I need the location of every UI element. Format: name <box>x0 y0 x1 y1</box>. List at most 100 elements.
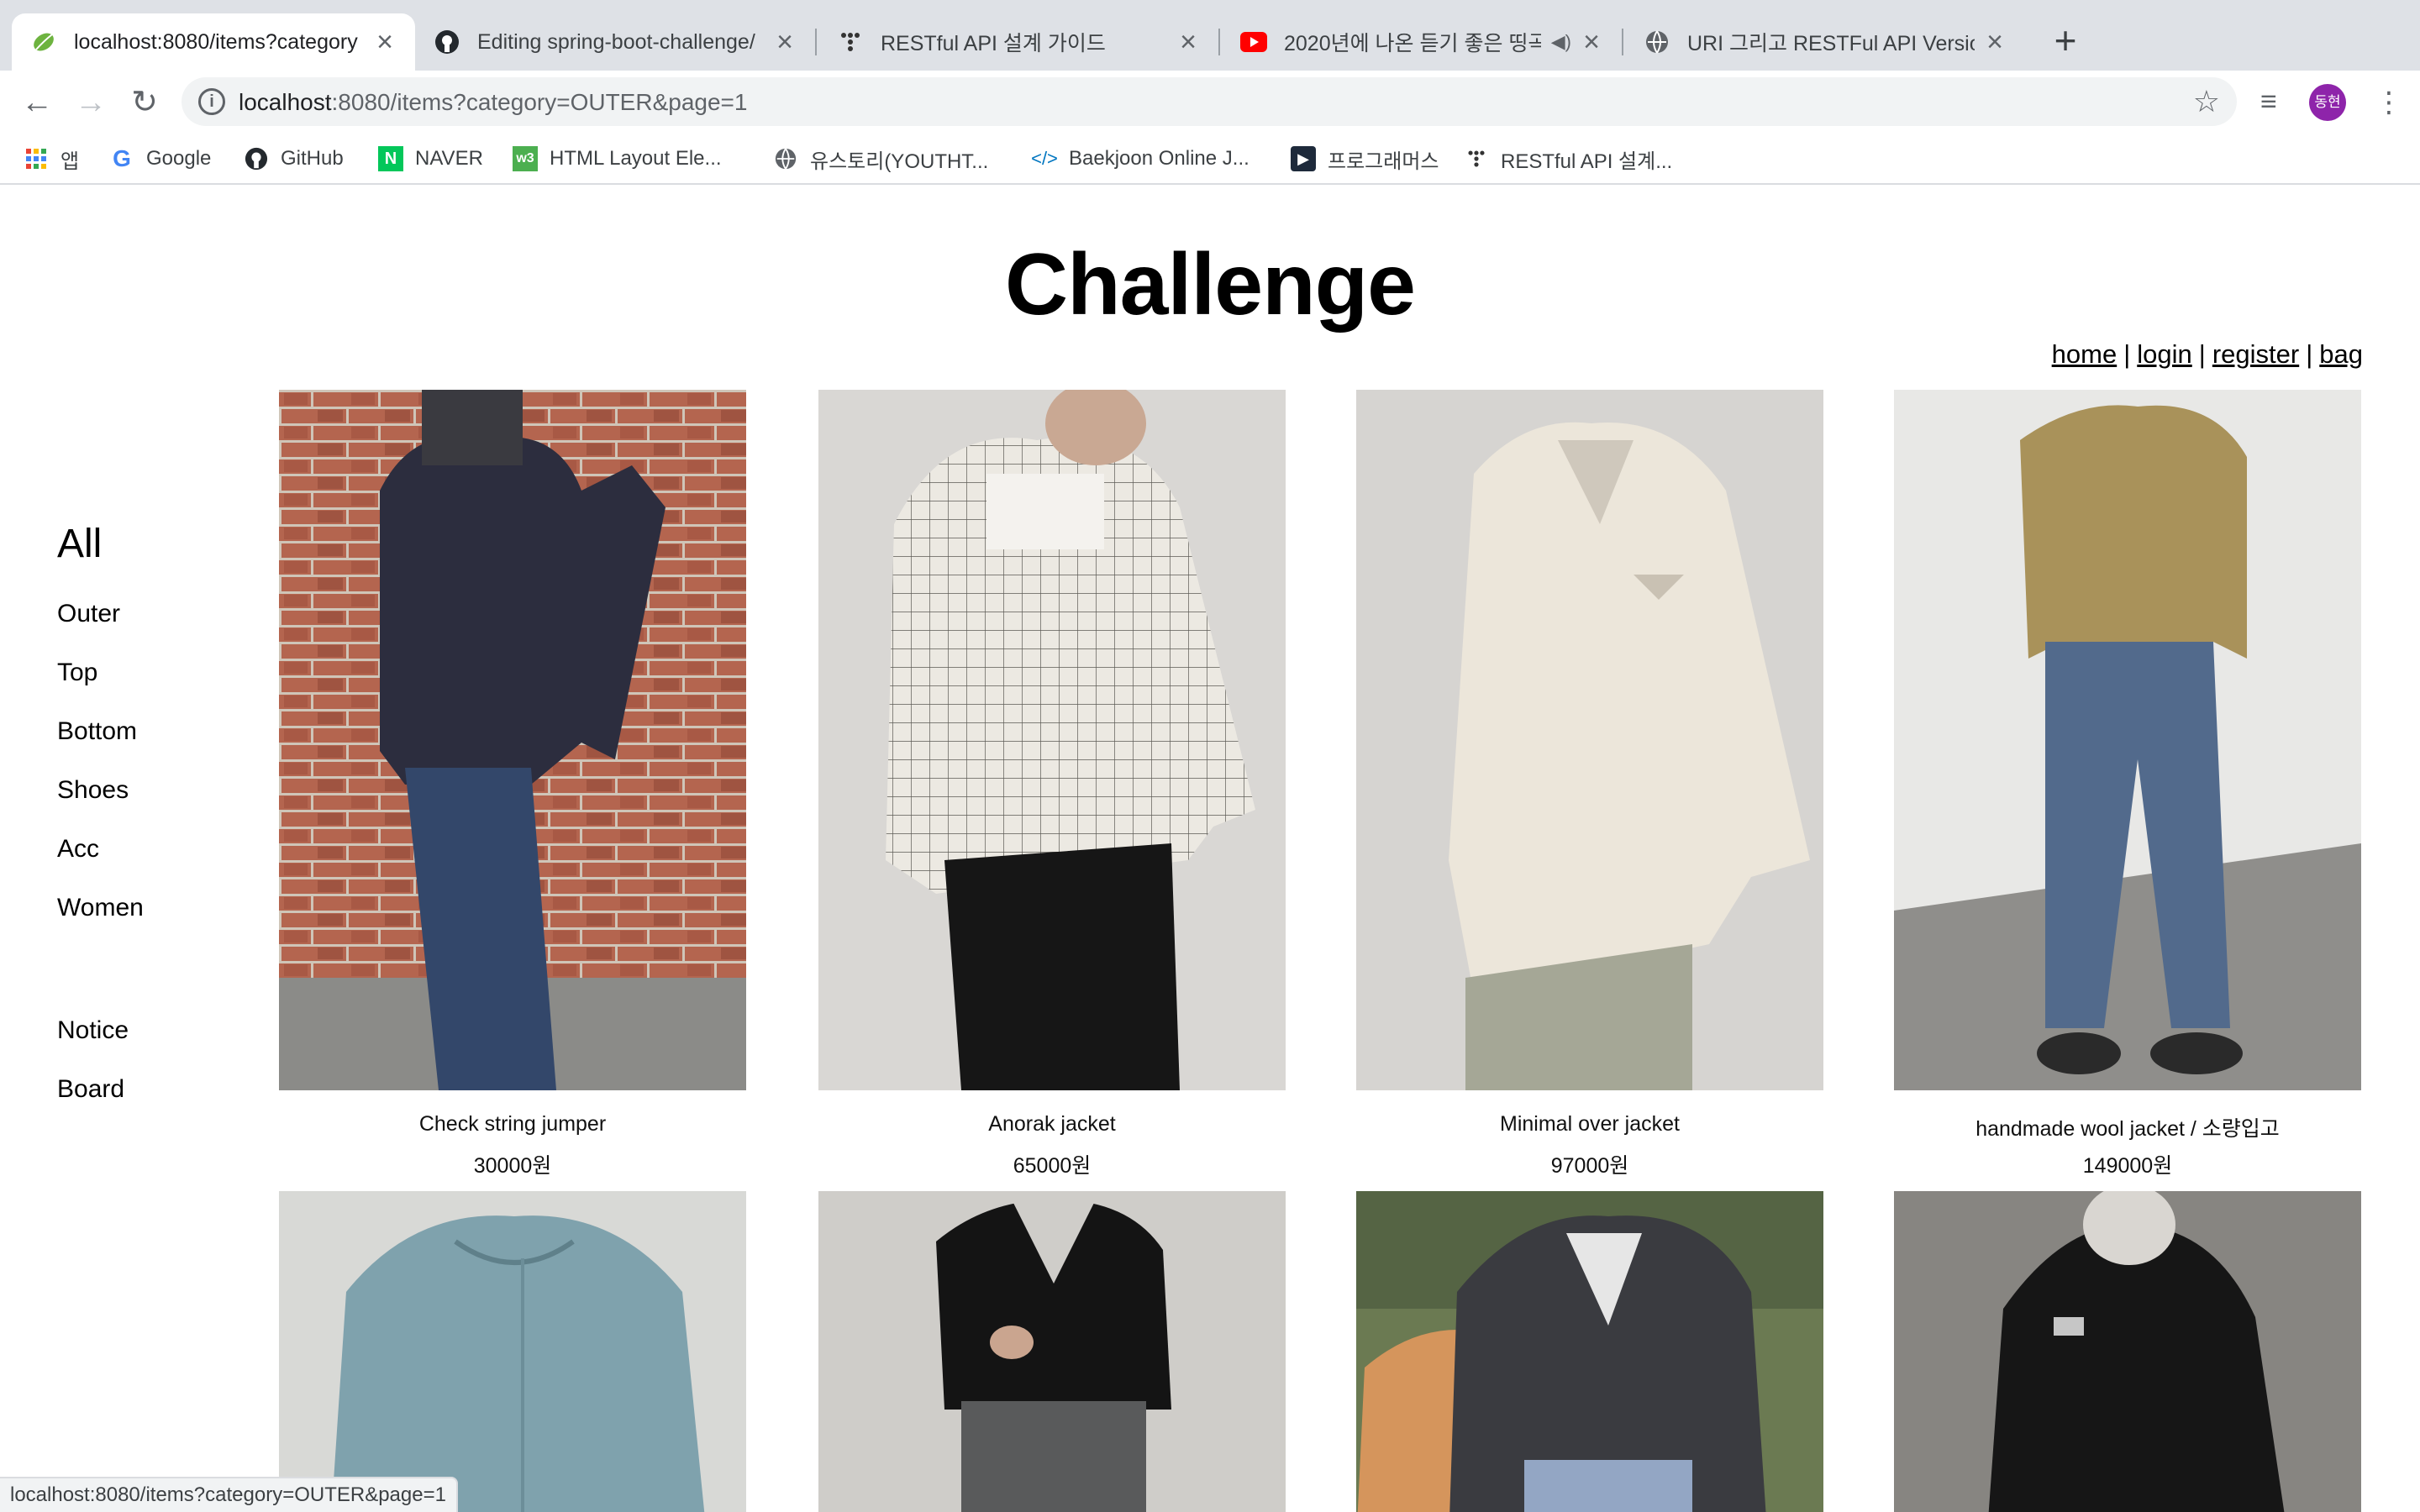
tab-title: Editing spring-boot-challenge/ <box>477 29 755 54</box>
tab-restful-guide[interactable]: RESTful API 설계 가이드 × <box>818 13 1218 71</box>
close-icon[interactable]: × <box>773 26 797 59</box>
bookmark-naver[interactable]: N NAVER <box>378 144 483 173</box>
tab-strip: localhost:8080/items?category × Editing … <box>0 0 2420 71</box>
bookmark-restful[interactable]: RESTful API 설계... <box>1464 144 1672 173</box>
bookmark-programmers[interactable]: ▶ 프로그래머스 <box>1291 144 1439 173</box>
naver-icon: N <box>378 146 403 171</box>
close-icon[interactable]: × <box>1983 26 2007 59</box>
info-icon[interactable]: i <box>198 88 225 115</box>
youtube-icon <box>1240 29 1267 55</box>
close-icon[interactable]: × <box>1176 26 1200 59</box>
spring-leaf-icon <box>30 29 57 55</box>
url-host: localhost <box>239 89 332 115</box>
board-link[interactable]: Board <box>57 1075 124 1104</box>
programmers-icon: ▶ <box>1291 146 1316 171</box>
bookmark-label: GitHub <box>281 147 344 170</box>
product-image[interactable] <box>1894 390 2361 1090</box>
category-women[interactable]: Women <box>57 894 144 922</box>
product-name[interactable]: Check string jumper <box>279 1112 746 1137</box>
bookmark-github[interactable]: GitHub <box>244 144 344 173</box>
bookmark-label: HTML Layout Ele... <box>550 147 722 170</box>
nav-home-link[interactable]: home <box>2052 339 2118 369</box>
new-tab-button[interactable]: + <box>2044 18 2087 62</box>
tab-title: URI 그리고 RESTFul API Version <box>1687 32 1975 55</box>
product-price: 97000원 <box>1550 1154 1629 1178</box>
tab-uri-versioning[interactable]: URI 그리고 RESTFul API Version × <box>1625 13 2025 71</box>
product-name[interactable]: Minimal over jacket <box>1356 1112 1823 1137</box>
bookmark-label: 앱 <box>60 150 80 173</box>
bookmark-label: RESTful API 설계... <box>1501 150 1673 173</box>
product-image[interactable] <box>1356 1191 1823 1512</box>
nav-bag-link[interactable]: bag <box>2319 339 2363 369</box>
medium-dots-icon <box>837 29 864 55</box>
nav-login-link[interactable]: login <box>2137 339 2192 369</box>
product-name[interactable]: Anorak jacket <box>818 1112 1286 1137</box>
site-title: Challenge <box>1005 236 1416 333</box>
product-image[interactable] <box>818 1191 1286 1512</box>
tab-github[interactable]: Editing spring-boot-challenge/ × <box>415 13 815 71</box>
nav-separator: | <box>2306 339 2313 369</box>
menu-kebab-icon[interactable]: ⋮ <box>2375 86 2403 119</box>
browser-toolbar: ← → ↻ i localhost:8080/items?category=OU… <box>0 71 2420 133</box>
bookmark-star-icon[interactable]: ☆ <box>2193 84 2220 119</box>
bookmark-youthstory[interactable]: 유스토리(YOUTHT... <box>773 144 988 173</box>
product-image[interactable] <box>1894 1191 2361 1512</box>
nav-separator: | <box>2123 339 2131 369</box>
close-icon[interactable]: × <box>1580 26 1603 59</box>
medium-dots-icon <box>1464 146 1489 171</box>
avatar[interactable]: 동현 <box>2309 84 2346 121</box>
bookmark-html-layout[interactable]: w3 HTML Layout Ele... <box>513 144 722 173</box>
top-nav: home | login | register | bag <box>2052 339 2363 370</box>
product-name[interactable]: handmade wool jacket / 소량입고 <box>1894 1112 2361 1142</box>
globe-icon <box>773 146 798 171</box>
category-all[interactable]: All <box>57 521 102 567</box>
product-price: 149000원 <box>2082 1154 2173 1178</box>
status-bar-url: localhost:8080/items?category=OUTER&page… <box>0 1477 458 1512</box>
category-shoes[interactable]: Shoes <box>57 776 129 805</box>
product-image[interactable] <box>818 390 1286 1090</box>
product-image[interactable] <box>279 1191 746 1512</box>
tab-separator <box>1622 29 1623 55</box>
url-path: :8080/items?category=OUTER&page=1 <box>331 89 748 115</box>
tab-title: RESTful API 설계 가이드 <box>881 32 1106 55</box>
media-queue-icon[interactable]: ≡ <box>2260 86 2277 118</box>
back-arrow-icon[interactable]: ← <box>17 82 57 123</box>
tab-title: 2020년에 나온 듣기 좋은 띵곡 <box>1284 32 1541 55</box>
bookmark-label: 프로그래머스 <box>1328 150 1439 173</box>
forward-arrow-icon[interactable]: → <box>71 82 111 123</box>
tab-separator <box>1218 29 1220 55</box>
notice-link[interactable]: Notice <box>57 1016 129 1045</box>
bookmark-label: NAVER <box>415 147 483 170</box>
speaker-icon[interactable]: ◀︎) <box>1551 31 1571 53</box>
globe-icon <box>1644 29 1670 55</box>
product-price: 65000원 <box>1013 1154 1092 1178</box>
tab-items[interactable]: localhost:8080/items?category × <box>12 13 415 71</box>
w3-icon: w3 <box>513 146 538 171</box>
nav-separator: | <box>2198 339 2206 369</box>
category-bottom[interactable]: Bottom <box>57 717 137 746</box>
category-acc[interactable]: Acc <box>57 835 99 864</box>
url-text[interactable]: localhost:8080/items?category=OUTER&page… <box>239 89 747 116</box>
bookmark-apps[interactable]: 앱 <box>24 144 79 173</box>
product-price: 30000원 <box>473 1154 552 1178</box>
category-outer[interactable]: Outer <box>57 600 120 628</box>
bookmark-label: Baekjoon Online J... <box>1069 147 1249 170</box>
apps-grid-icon <box>24 146 49 171</box>
bookmark-label: Google <box>146 147 212 170</box>
reload-icon[interactable]: ↻ <box>124 82 165 123</box>
product-image[interactable] <box>279 390 746 1090</box>
product-image[interactable] <box>1356 390 1823 1090</box>
google-icon: G <box>113 145 131 171</box>
bookmark-google[interactable]: G Google <box>109 144 211 173</box>
tab-separator <box>815 29 817 55</box>
close-icon[interactable]: × <box>373 26 397 59</box>
nav-register-link[interactable]: register <box>2212 339 2299 369</box>
bookmarks-bar: 앱 G Google GitHub N NAVER w3 HTML Layout… <box>0 133 2420 185</box>
github-icon <box>244 146 269 171</box>
address-bar[interactable]: i localhost:8080/items?category=OUTER&pa… <box>182 77 2237 126</box>
bookmark-baekjoon[interactable]: </> Baekjoon Online J... <box>1031 144 1249 173</box>
tab-youtube[interactable]: 2020년에 나온 듣기 좋은 띵곡 ◀︎) × <box>1222 13 1622 71</box>
tab-title: localhost:8080/items?category <box>74 29 358 54</box>
category-top[interactable]: Top <box>57 659 97 687</box>
github-icon <box>434 29 460 55</box>
